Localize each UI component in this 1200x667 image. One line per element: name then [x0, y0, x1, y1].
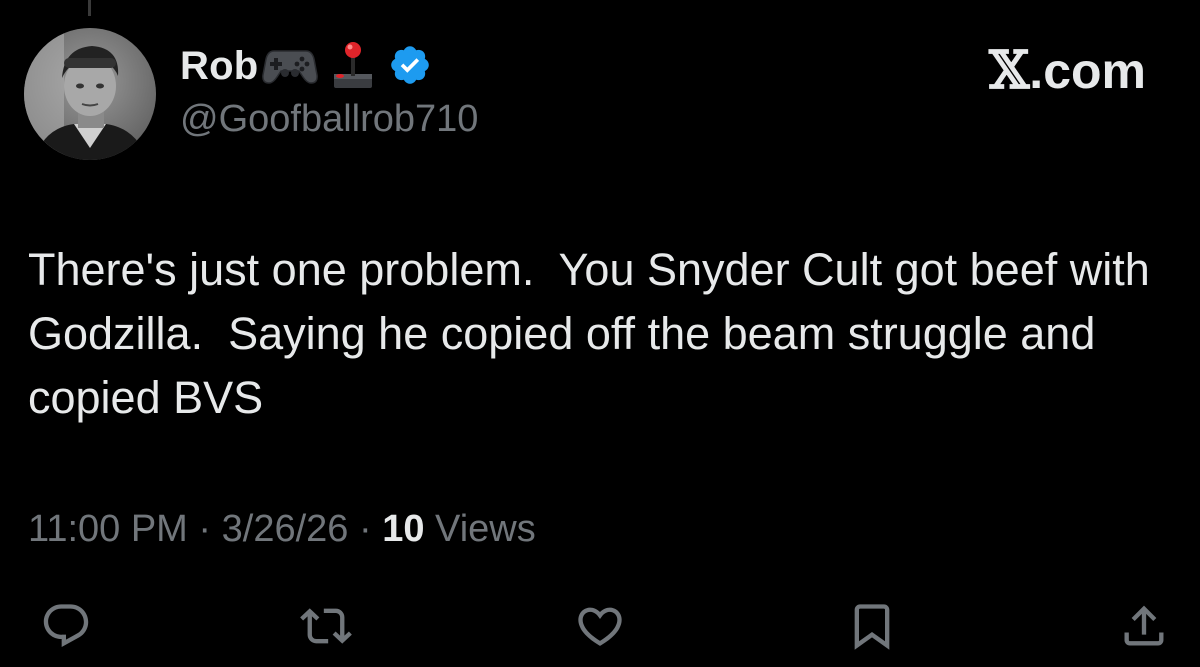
display-name[interactable]: Rob — [180, 44, 258, 89]
joystick-icon — [330, 40, 376, 95]
views-count[interactable]: 10 — [382, 508, 424, 550]
share-icon — [1124, 605, 1164, 646]
x-logo-icon: 𝕏 — [988, 40, 1030, 101]
bookmark-icon — [854, 604, 890, 650]
tweet-text: There's just one problem. You Snyder Cul… — [28, 244, 1163, 423]
like-icon — [578, 607, 622, 646]
avatar[interactable] — [24, 28, 156, 160]
name-icons — [262, 40, 432, 94]
action-bar — [0, 600, 1200, 656]
views-label[interactable]: Views — [424, 508, 536, 550]
tweet-card: Rob @Goofballrob710 𝕏 .com There's just … — [0, 0, 1200, 667]
tweet-meta: 11:00 PM · 3/26/26 · 10 Views — [28, 508, 536, 551]
repost-icon — [300, 608, 352, 644]
user-handle[interactable]: @Goofballrob710 — [180, 98, 478, 141]
tweet-date[interactable]: 3/26/26 — [222, 508, 349, 550]
verified-badge-icon[interactable] — [388, 43, 432, 92]
reply-button[interactable] — [40, 600, 92, 652]
meta-separator: · — [187, 508, 222, 550]
site-label: 𝕏 .com — [989, 40, 1146, 101]
game-controller-icon — [262, 43, 318, 92]
share-button[interactable] — [1118, 600, 1170, 652]
meta-separator: · — [348, 508, 383, 550]
tweet-time[interactable]: 11:00 PM — [28, 508, 188, 550]
like-button[interactable] — [574, 600, 626, 652]
divider — [88, 0, 91, 16]
site-label-text: .com — [1029, 42, 1146, 99]
repost-button[interactable] — [300, 600, 352, 652]
bookmark-button[interactable] — [846, 600, 898, 652]
reply-icon — [43, 604, 89, 648]
